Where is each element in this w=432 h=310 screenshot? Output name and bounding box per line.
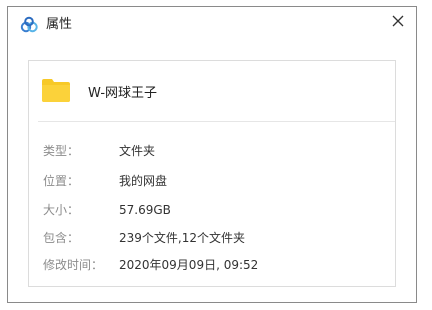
- title-bar: 属性: [8, 7, 416, 43]
- file-name: W-网球王子: [88, 86, 158, 101]
- property-label: 类型：: [43, 144, 80, 158]
- property-row-type: 类型： 文件夹: [43, 142, 383, 160]
- property-row-size: 大小： 57.69GB: [43, 201, 383, 219]
- cloud-drive-icon: [19, 16, 39, 34]
- folder-icon: [41, 77, 71, 103]
- close-icon: [392, 12, 404, 31]
- property-label: 修改时间：: [43, 258, 104, 272]
- property-label: 位置：: [43, 174, 80, 188]
- divider: [38, 121, 395, 122]
- property-value: 2020年09月09日, 09:52: [119, 258, 259, 272]
- property-value: 文件夹: [119, 144, 156, 158]
- dialog-title: 属性: [46, 17, 73, 32]
- property-row-contains: 包含： 239个文件,12个文件夹: [43, 229, 383, 247]
- property-label: 大小：: [43, 203, 80, 217]
- property-label: 包含：: [43, 231, 80, 245]
- close-button[interactable]: [386, 9, 410, 33]
- property-value: 我的网盘: [119, 174, 168, 188]
- property-value: 239个文件,12个文件夹: [119, 231, 245, 245]
- properties-panel: W-网球王子 类型： 文件夹 位置： 我的网盘 大小： 57.69GB 包含： …: [28, 60, 396, 287]
- property-value: 57.69GB: [119, 203, 171, 217]
- properties-dialog: 属性 W-网球王子 类型： 文件夹 位置： 我的网盘 大小： 57.69GB 包…: [7, 6, 417, 303]
- property-row-location: 位置： 我的网盘: [43, 172, 383, 190]
- property-row-modified: 修改时间： 2020年09月09日, 09:52: [43, 256, 383, 274]
